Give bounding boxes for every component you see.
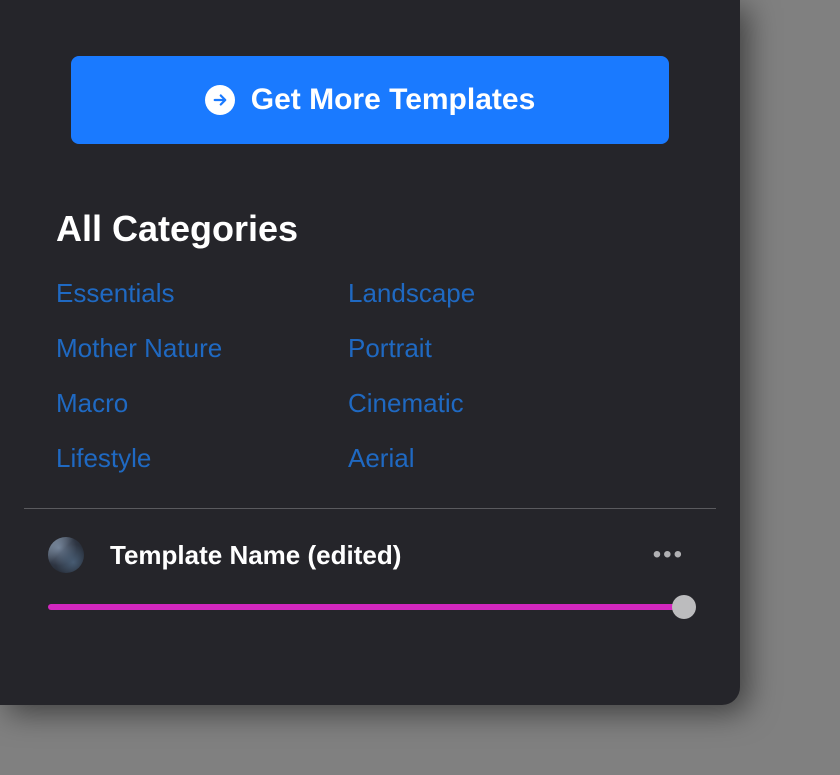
template-intensity-slider[interactable]	[42, 595, 698, 619]
category-link-aerial[interactable]: Aerial	[348, 443, 414, 474]
template-name-label: Template Name (edited)	[110, 540, 401, 571]
slider-thumb[interactable]	[672, 595, 696, 619]
arrow-right-circle-icon	[205, 85, 235, 115]
category-link-macro[interactable]: Macro	[56, 388, 128, 419]
category-link-portrait[interactable]: Portrait	[348, 333, 432, 364]
get-more-templates-label: Get More Templates	[251, 83, 536, 117]
slider-track	[48, 604, 692, 610]
category-link-cinematic[interactable]: Cinematic	[348, 388, 464, 419]
category-link-mother-nature[interactable]: Mother Nature	[56, 333, 222, 364]
get-more-templates-button[interactable]: Get More Templates	[71, 56, 669, 144]
more-options-button[interactable]: •••	[645, 537, 692, 573]
templates-panel: Get More Templates All Categories Essent…	[0, 0, 740, 705]
ellipsis-icon: •••	[653, 541, 684, 568]
template-thumbnail[interactable]	[48, 537, 84, 573]
categories-grid: Essentials Landscape Mother Nature Portr…	[42, 278, 698, 474]
category-link-landscape[interactable]: Landscape	[348, 278, 475, 309]
template-row: Template Name (edited) •••	[42, 537, 698, 573]
all-categories-title: All Categories	[42, 208, 698, 250]
category-link-essentials[interactable]: Essentials	[56, 278, 175, 309]
category-link-lifestyle[interactable]: Lifestyle	[56, 443, 151, 474]
section-divider	[24, 508, 716, 509]
